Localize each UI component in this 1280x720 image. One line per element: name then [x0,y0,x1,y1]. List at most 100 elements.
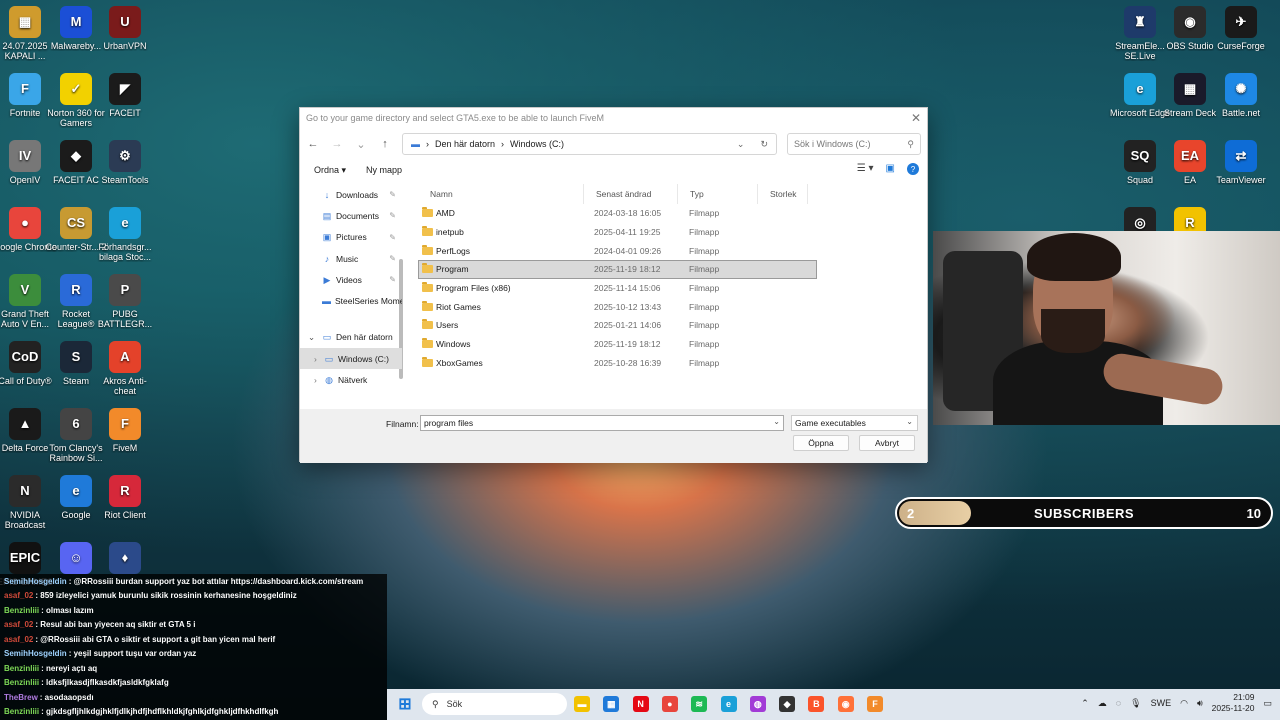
desktop-shortcut-teamviewer[interactable]: ⇄ TeamViewer [1209,140,1273,185]
refresh-icon[interactable]: ↻ [760,139,768,150]
chevron-down-icon[interactable]: ⌄ [354,138,368,151]
column-header-size[interactable]: Storlek [758,184,808,204]
taskbar-fivem-icon[interactable]: F [867,696,883,712]
sidebar-item-pictures[interactable]: ▣ Pictures ✎ [300,227,402,248]
desktop-shortcut-item-26[interactable]: ♦ [93,542,157,577]
notification-icon[interactable]: ▭ [1263,698,1272,709]
file-row-windows[interactable]: Windows 2025-11-19 18:12 Filmapp [418,335,817,354]
column-header-type[interactable]: Typ [678,184,758,204]
help-icon[interactable]: ? [907,163,919,175]
organize-button[interactable]: Ordna ▾ [314,165,346,176]
file-row-perflogs[interactable]: PerfLogs 2024-04-01 09:26 Filmapp [418,241,817,260]
sidebar-item-den-ha-r-datorn[interactable]: ⌄ ▭ Den här datorn [300,327,402,348]
app-icon: ♜ [1124,6,1156,38]
filetype-select[interactable]: Game executables ⌄ [791,415,918,431]
search-icon: ⚲ [432,698,439,709]
chat-message: Benzinliii: gjkdsgfljhlkdgjhklfjdlkjhdfj… [0,705,387,720]
filename-input[interactable]: program files ⌄ [420,415,784,431]
app-icon: ▲ [9,408,41,440]
microphone-icon[interactable]: 🎙︎ [1130,698,1141,709]
breadcrumb-this-pc[interactable]: Den här datorn [435,139,495,149]
sidebar-item-na-tverk[interactable]: › ◍ Nätverk [300,369,402,390]
clock[interactable]: 21:09 2025-11-20 [1212,692,1255,714]
file-row-program-files-x86[interactable]: Program Files (x86) 2025-11-14 15:06 Filma… [418,279,817,298]
desktop-shortcut-label: FACEIT [109,108,141,118]
network-icon[interactable]: ◌ [1116,698,1121,708]
new-folder-button[interactable]: Ny mapp [366,165,402,175]
app-icon: ⚙ [109,140,141,172]
chevron-down-icon[interactable]: ⌄ [773,417,780,426]
preview-pane-icon[interactable]: ▣ [886,163,895,175]
taskbar-store-icon[interactable]: ▦ [603,696,620,712]
desktop-shortcut-urbanvpn[interactable]: U UrbanVPN [93,6,157,51]
chevron-up-icon[interactable]: ⌃ [1081,698,1089,709]
desktop-shortcut-riot-client[interactable]: R Riot Client [93,475,157,520]
taskbar-messenger-icon[interactable]: ◍ [749,696,766,712]
language-indicator[interactable]: SWE [1151,698,1172,708]
column-header-modified[interactable]: Senast ändrad [584,184,678,204]
chat-text: : nereyi açtı aq [41,663,98,673]
desktop-shortcut-battle-net[interactable]: ✺ Battle.net [1209,73,1273,118]
chevron-right-icon[interactable]: › [314,375,324,385]
open-button[interactable]: Öppna [793,435,849,451]
taskbar-brave-icon[interactable]: B [808,696,825,712]
taskbar-netflix-icon[interactable]: N [632,696,649,712]
desktop-shortcut-label: FiveM [112,443,138,453]
taskbar-firefox-icon[interactable]: ◉ [837,696,854,712]
app-icon: ☺ [60,542,92,574]
address-bar[interactable]: ▬ › Den här datorn › Windows (C:) ⌄ ↻ [402,133,777,155]
sidebar-item-windows-c[interactable]: › ▭ Windows (C:) [300,348,402,370]
taskbar-search[interactable]: ⚲ Sök [422,693,567,715]
desktop-shortcut-pubg-battlegr[interactable]: P PUBG BATTLEGR... [93,274,157,329]
sidebar-item-documents[interactable]: ▤ Documents ✎ [300,205,402,226]
breadcrumb-separator-icon: › [501,139,505,149]
cloud-icon[interactable]: ☁ [1098,698,1107,709]
taskbar-edge-icon[interactable]: e [720,696,737,712]
desktop-shortcut-curseforge[interactable]: ✈ CurseForge [1209,6,1273,51]
sidebar-item-steelseries-moments[interactable]: ▬ SteelSeries Moments [300,290,402,311]
file-row-program[interactable]: Program 2025-11-19 18:12 Filmapp [418,260,817,279]
file-row-riot-games[interactable]: Riot Games 2025-10-12 13:43 Filmapp [418,297,817,316]
search-input[interactable]: Sök i Windows (C:) ⚲ [787,133,921,155]
cancel-button[interactable]: Avbryt [859,435,915,451]
chevron-down-icon[interactable]: ⌄ [906,417,913,426]
file-row-users[interactable]: Users 2025-01-21 14:06 Filmapp [418,316,817,335]
chat-message: SemihHosgeldin: yeşil support tuşu var o… [0,647,387,662]
file-row-xboxgames[interactable]: XboxGames 2025-10-28 16:39 Filmapp [418,354,817,373]
view-options-icon[interactable]: ☰ ▾ [857,163,874,175]
desktop-shortcut-faceit[interactable]: ◤ FACEIT [93,73,157,118]
sidebar-item-videos[interactable]: ▶ Videos ✎ [300,269,402,290]
taskbar-app-icon[interactable]: ◆ [779,696,796,712]
folder-icon: ▭ [324,353,334,364]
app-icon: ✓ [60,73,92,105]
chevron-down-icon[interactable]: ⌄ [737,139,745,150]
breadcrumb-drive[interactable]: Windows (C:) [510,139,564,149]
desktop-shortcut-fo-rhandsgr-bilaga-stoc[interactable]: e Förhandsgr... bilaga Stoc... [93,207,157,262]
desktop-shortcut-steamtools[interactable]: ⚙ SteamTools [93,140,157,185]
desktop-shortcut-fivem[interactable]: F FiveM [93,408,157,453]
folder-icon [422,338,433,349]
windows-start-icon[interactable]: ⊞ [397,696,413,713]
app-icon: ▦ [1174,73,1206,105]
desktop-shortcut-akros-anti-cheat[interactable]: A Akros Anti-cheat [93,341,157,396]
volume-icon[interactable]: 🔊︎ [1197,698,1203,709]
file-name: Windows [436,339,471,350]
sidebar-item-downloads[interactable]: ↓ Downloads ✎ [300,184,402,205]
back-arrow-icon[interactable]: ← [306,138,320,150]
sidebar-item-music[interactable]: ♪ Music ✎ [300,248,402,269]
column-header-name[interactable]: Namn [418,184,584,204]
up-arrow-icon[interactable]: ↑ [378,138,392,150]
file-row-inetpub[interactable]: inetpub 2025-04-11 19:25 Filmapp [418,223,817,242]
chevron-right-icon[interactable]: › [314,354,324,364]
filename-label: Filnamn: [386,419,419,429]
wifi-icon[interactable]: ◠ [1180,698,1188,709]
forward-arrow-icon[interactable]: → [330,138,344,150]
taskbar-file-explorer-icon[interactable]: ▬ [574,696,590,712]
close-icon[interactable]: ✕ [911,111,921,125]
chat-username: asaf_02 [4,634,34,644]
file-row-amd[interactable]: AMD 2024-03-18 16:05 Filmapp [418,204,817,223]
chat-message: Benzinliii: olması lazım [0,603,387,618]
taskbar-chrome-icon[interactable]: ● [661,696,678,712]
taskbar-spotify-icon[interactable]: ≋ [691,696,708,712]
chevron-down-icon[interactable]: ⌄ [308,332,322,343]
